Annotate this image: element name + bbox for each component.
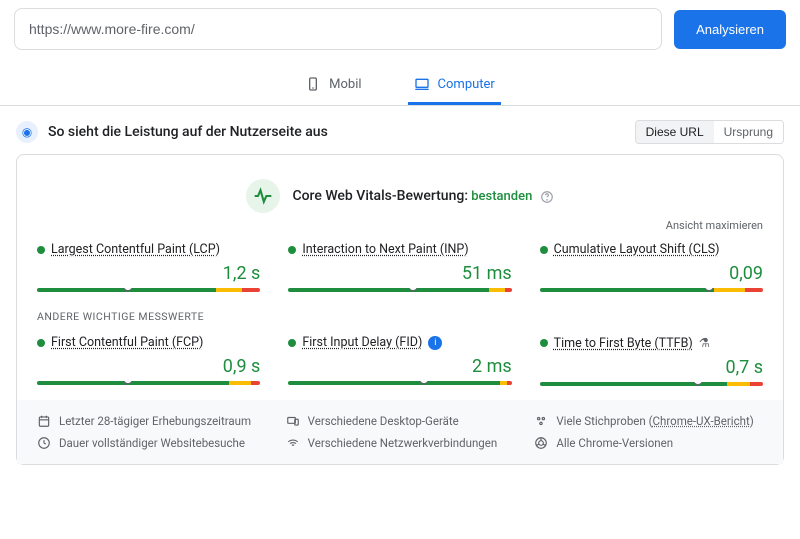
analyze-button[interactable]: Analysieren [674, 10, 786, 49]
metric-fcp-value: 0,9 s [37, 356, 260, 377]
meta-network: Verschiedene Netzwerkverbindungen [286, 436, 515, 450]
help-icon[interactable] [540, 190, 554, 204]
network-icon [286, 436, 300, 450]
status-dot [540, 339, 548, 347]
url-input[interactable] [14, 8, 662, 50]
metric-inp-value: 51 ms [288, 263, 511, 284]
metric-fcp-name[interactable]: First Contentful Paint (FCP) [51, 335, 203, 350]
metric-ttfb: Time to First Byte (TTFB) ⚗ 0,7 s [540, 335, 763, 386]
flask-icon: ⚗ [699, 335, 710, 351]
tab-desktop-label: Computer [438, 77, 495, 92]
info-badge-icon[interactable]: i [428, 336, 442, 350]
metric-cls: Cumulative Layout Shift (CLS) 0,09 [540, 242, 763, 292]
crux-link[interactable]: Chrome-UX-Bericht [653, 414, 750, 428]
beacon-icon: ◉ [16, 121, 38, 143]
metric-cls-value: 0,09 [540, 263, 763, 284]
samples-icon [534, 414, 548, 428]
metric-cls-name[interactable]: Cumulative Layout Shift (CLS) [554, 242, 720, 257]
metric-fid: First Input Delay (FID) i 2 ms [288, 335, 511, 386]
other-metrics-subhead: ANDERE WICHTIGE MESSWERTE [37, 310, 763, 323]
mobile-icon [305, 76, 321, 92]
status-dot [37, 246, 45, 254]
cwv-title: Core Web Vitals-Bewertung: [292, 188, 468, 204]
metric-fcp-bar [37, 381, 260, 385]
metric-inp: Interaction to Next Paint (INP) 51 ms [288, 242, 511, 292]
source-origin-button[interactable]: Ursprung [714, 121, 783, 143]
metric-ttfb-bar [540, 382, 763, 386]
metric-inp-name[interactable]: Interaction to Next Paint (INP) [302, 242, 468, 257]
pulse-icon [246, 179, 280, 213]
maximize-link[interactable]: Ansicht maximieren [37, 219, 763, 232]
metric-lcp-bar [37, 288, 260, 292]
metric-fcp: First Contentful Paint (FCP) 0,9 s [37, 335, 260, 386]
meta-session: Dauer vollständiger Websitebesuche [37, 436, 266, 450]
desktop-icon [414, 76, 430, 92]
metric-lcp: Largest Contentful Paint (LCP) 1,2 s [37, 242, 260, 292]
tab-mobile-label: Mobil [329, 77, 361, 92]
metric-ttfb-value: 0,7 s [540, 357, 763, 378]
source-url-button[interactable]: Diese URL [636, 121, 714, 143]
meta-versions: Alle Chrome-Versionen [534, 436, 763, 450]
metric-lcp-value: 1,2 s [37, 263, 260, 284]
section-title: So sieht die Leistung auf der Nutzerseit… [48, 124, 625, 140]
meta-devices: Verschiedene Desktop-Geräte [286, 414, 515, 428]
metric-ttfb-name[interactable]: Time to First Byte (TTFB) [554, 336, 693, 351]
performance-card: Core Web Vitals-Bewertung: bestanden Ans… [16, 154, 784, 465]
devices-icon [286, 414, 300, 428]
metric-cls-bar [540, 288, 763, 292]
chrome-icon [534, 436, 548, 450]
status-dot [37, 339, 45, 347]
metric-fid-bar [288, 381, 511, 385]
clock-icon [37, 436, 51, 450]
metric-fid-value: 2 ms [288, 356, 511, 377]
meta-samples: Viele Stichproben (Chrome-UX-Bericht) [534, 414, 763, 428]
tab-mobile[interactable]: Mobil [299, 66, 367, 105]
status-dot [540, 246, 548, 254]
meta-period: Letzter 28-tägiger Erhebungszeitraum [37, 414, 266, 428]
status-dot [288, 339, 296, 347]
metric-lcp-name[interactable]: Largest Contentful Paint (LCP) [51, 242, 220, 257]
status-dot [288, 246, 296, 254]
source-toggle: Diese URL Ursprung [635, 120, 784, 144]
cwv-status: bestanden [471, 189, 532, 204]
calendar-icon [37, 414, 51, 428]
metric-fid-name[interactable]: First Input Delay (FID) [302, 335, 422, 350]
tab-desktop[interactable]: Computer [408, 66, 501, 105]
metric-inp-bar [288, 288, 511, 292]
